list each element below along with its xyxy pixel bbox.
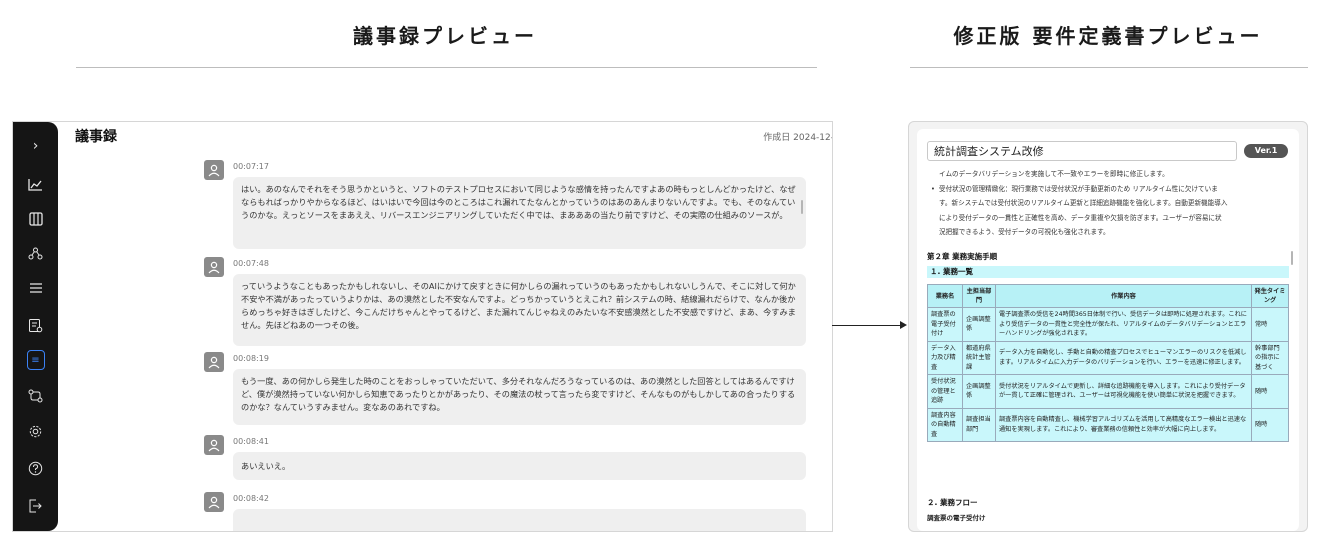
table-cell: 企画調整係 [962, 374, 996, 409]
document-icon[interactable]: ≡ [13, 348, 58, 372]
intro-line: す。新システムでは受付状況のリアルタイム更新と詳細追跡機能を強化します。自動更新… [939, 199, 1228, 207]
chart-icon[interactable] [13, 172, 58, 196]
chapter-heading: 第２章 業務実施手順 [927, 252, 998, 261]
right-heading-divider [910, 67, 1308, 68]
requirements-preview-window: 統計調査システム改修 Ver.1 イムのデータバリデーションを実施して不一致やエ… [908, 121, 1308, 532]
message-text: はい。あのなんでそれをそう思うかというと、ソフトのテストプロセスにおいて同じよう… [233, 177, 806, 249]
table-cell: 幹事部門の指示に基づく [1251, 340, 1289, 375]
version-badge[interactable]: Ver.1 [1244, 144, 1288, 158]
preview-scrollbar[interactable] [1291, 251, 1293, 265]
user-avatar-icon [204, 257, 224, 277]
table-header-cell: 主担当部門 [962, 284, 996, 308]
minutes-app-window: › ≡ 議事録 作成日 2024-12- 00:07:17 はい。あのなんでそれ… [12, 121, 833, 532]
flow-icon[interactable] [13, 384, 58, 408]
table-cell: 企画調整係 [962, 307, 996, 342]
settings-doc-icon[interactable] [13, 313, 58, 337]
message: 00:08:19 もう一度、あの何かしら発生した時のことをおっしゃっていただいて… [204, 352, 806, 427]
table-cell: 電子調査票の受信を24時間365日体制で行い、受信データは即時に処理されます。こ… [995, 307, 1252, 342]
table-header-cell: 発生タイミング [1251, 284, 1289, 308]
table-cell: 調査票内容を自動精査し、機械学習アルゴリズムを活用して高精度なエラー検出と迅速な… [995, 407, 1252, 442]
gear-icon[interactable] [13, 419, 58, 443]
subsection-heading: 調査票の電子受付け [927, 514, 986, 522]
created-date: 作成日 2024-12- [763, 133, 833, 143]
table-cell: 調査票の電子受付付け [927, 307, 963, 342]
help-icon[interactable] [13, 456, 58, 480]
message-time: 00:07:48 [233, 259, 269, 268]
section-heading: １. 業務一覧 [927, 266, 1289, 278]
table-header-cell: 業務名 [927, 284, 963, 308]
table-cell: 常時 [1251, 307, 1289, 342]
user-avatar-icon [204, 160, 224, 180]
message-time: 00:08:42 [233, 494, 269, 503]
arrow-head-icon [900, 321, 907, 329]
message: 00:08:41 あいえいえ。 [204, 435, 806, 485]
user-avatar-icon [204, 492, 224, 512]
table-cell: 調査内容の自動精査 [927, 407, 963, 442]
document-intro: イムのデータバリデーションを実施して不一致やエラーを即時に修正します。 受付状況… [927, 167, 1289, 240]
requirements-preview-heading: 修正版 要件定義書プレビュー [953, 24, 1263, 48]
columns-icon[interactable] [13, 207, 58, 231]
table-row: 受付状況の管理と追跡 企画調整係 受付状況をリアルタイムで更新し、詳細な追跡機能… [927, 374, 1289, 409]
table-cell: データ入力及び精査 [927, 340, 963, 375]
intro-line: 況把握できるよう、受付データの可視化も強化されます。 [939, 228, 1110, 236]
document-sheet: 統計調査システム改修 Ver.1 イムのデータバリデーションを実施して不一致やエ… [917, 129, 1299, 531]
message-text: っていうようなこともあったかもしれないし、そのAIにかけて戻すときに何かしらの漏… [233, 274, 806, 346]
table-row: 調査票の電子受付付け 企画調整係 電子調査票の受信を24時間365日体制で行い、… [927, 307, 1289, 342]
chevron-right-icon[interactable]: › [13, 134, 58, 158]
message: 00:08:42 [204, 492, 806, 531]
list-icon[interactable] [13, 276, 58, 300]
user-avatar-icon [204, 435, 224, 455]
message-text [233, 509, 806, 531]
minutes-title: 議事録 [75, 129, 117, 145]
table-cell: 都道府県統計主管課 [962, 340, 996, 375]
intro-line: により受付データの一貫性と正確性を高め、データ重複や欠損を防ぎます。ユーザーが容… [939, 213, 1222, 222]
table-cell: 受付状況の管理と追跡 [927, 374, 963, 409]
message-text: あいえいえ。 [233, 452, 806, 480]
table-header-row: 業務名 主担当部門 作業内容 発生タイミング [927, 284, 1289, 308]
task-table: 業務名 主担当部門 作業内容 発生タイミング 調査票の電子受付付け 企画調整係 … [927, 284, 1289, 442]
left-heading-divider [76, 67, 817, 68]
logout-icon[interactable] [13, 494, 58, 518]
message-time: 00:08:19 [233, 354, 269, 363]
message-time: 00:08:41 [233, 437, 269, 446]
intro-line: 受付状況の管理精緻化：現行業務では受付状況が手動更新のため リアルタイム性に欠け… [927, 182, 1289, 197]
user-avatar-icon [204, 352, 224, 372]
message-scrollbar[interactable] [801, 200, 803, 214]
arrow-line [832, 325, 900, 326]
table-cell: 随時 [1251, 407, 1289, 442]
table-header-cell: 作業内容 [995, 284, 1252, 308]
table-cell: 調査担当部門 [962, 407, 996, 442]
table-cell: 随時 [1251, 374, 1289, 409]
table-cell: データ入力を自動化し、手動と自動の精査プロセスでヒューマンエラーのリスクを低減し… [995, 340, 1252, 375]
section-heading: ２. 業務フロー [927, 498, 978, 507]
message: 00:07:48 っていうようなこともあったかもしれないし、そのAIにかけて戻す… [204, 257, 806, 347]
table-row: 調査内容の自動精査 調査担当部門 調査票内容を自動精査し、機械学習アルゴリズムを… [927, 407, 1289, 442]
sidebar: › ≡ [13, 122, 58, 531]
table-row: データ入力及び精査 都道府県統計主管課 データ入力を自動化し、手動と自動の精査プ… [927, 340, 1289, 375]
minutes-preview-heading: 議事録プレビュー [353, 24, 537, 48]
intro-line: イムのデータバリデーションを実施して不一致やエラーを即時に修正します。 [939, 170, 1169, 178]
message: 00:07:17 はい。あのなんでそれをそう思うかというと、ソフトのテストプロセ… [204, 160, 806, 250]
document-title-field[interactable]: 統計調査システム改修 [927, 141, 1237, 161]
mind-map-icon[interactable] [13, 241, 58, 265]
message-text: もう一度、あの何かしら発生した時のことをおっしゃっていただいて、多分それなんだろ… [233, 369, 806, 425]
table-cell: 受付状況をリアルタイムで更新し、詳細な追跡機能を導入します。これにより受付データ… [995, 374, 1252, 409]
message-time: 00:07:17 [233, 162, 269, 171]
